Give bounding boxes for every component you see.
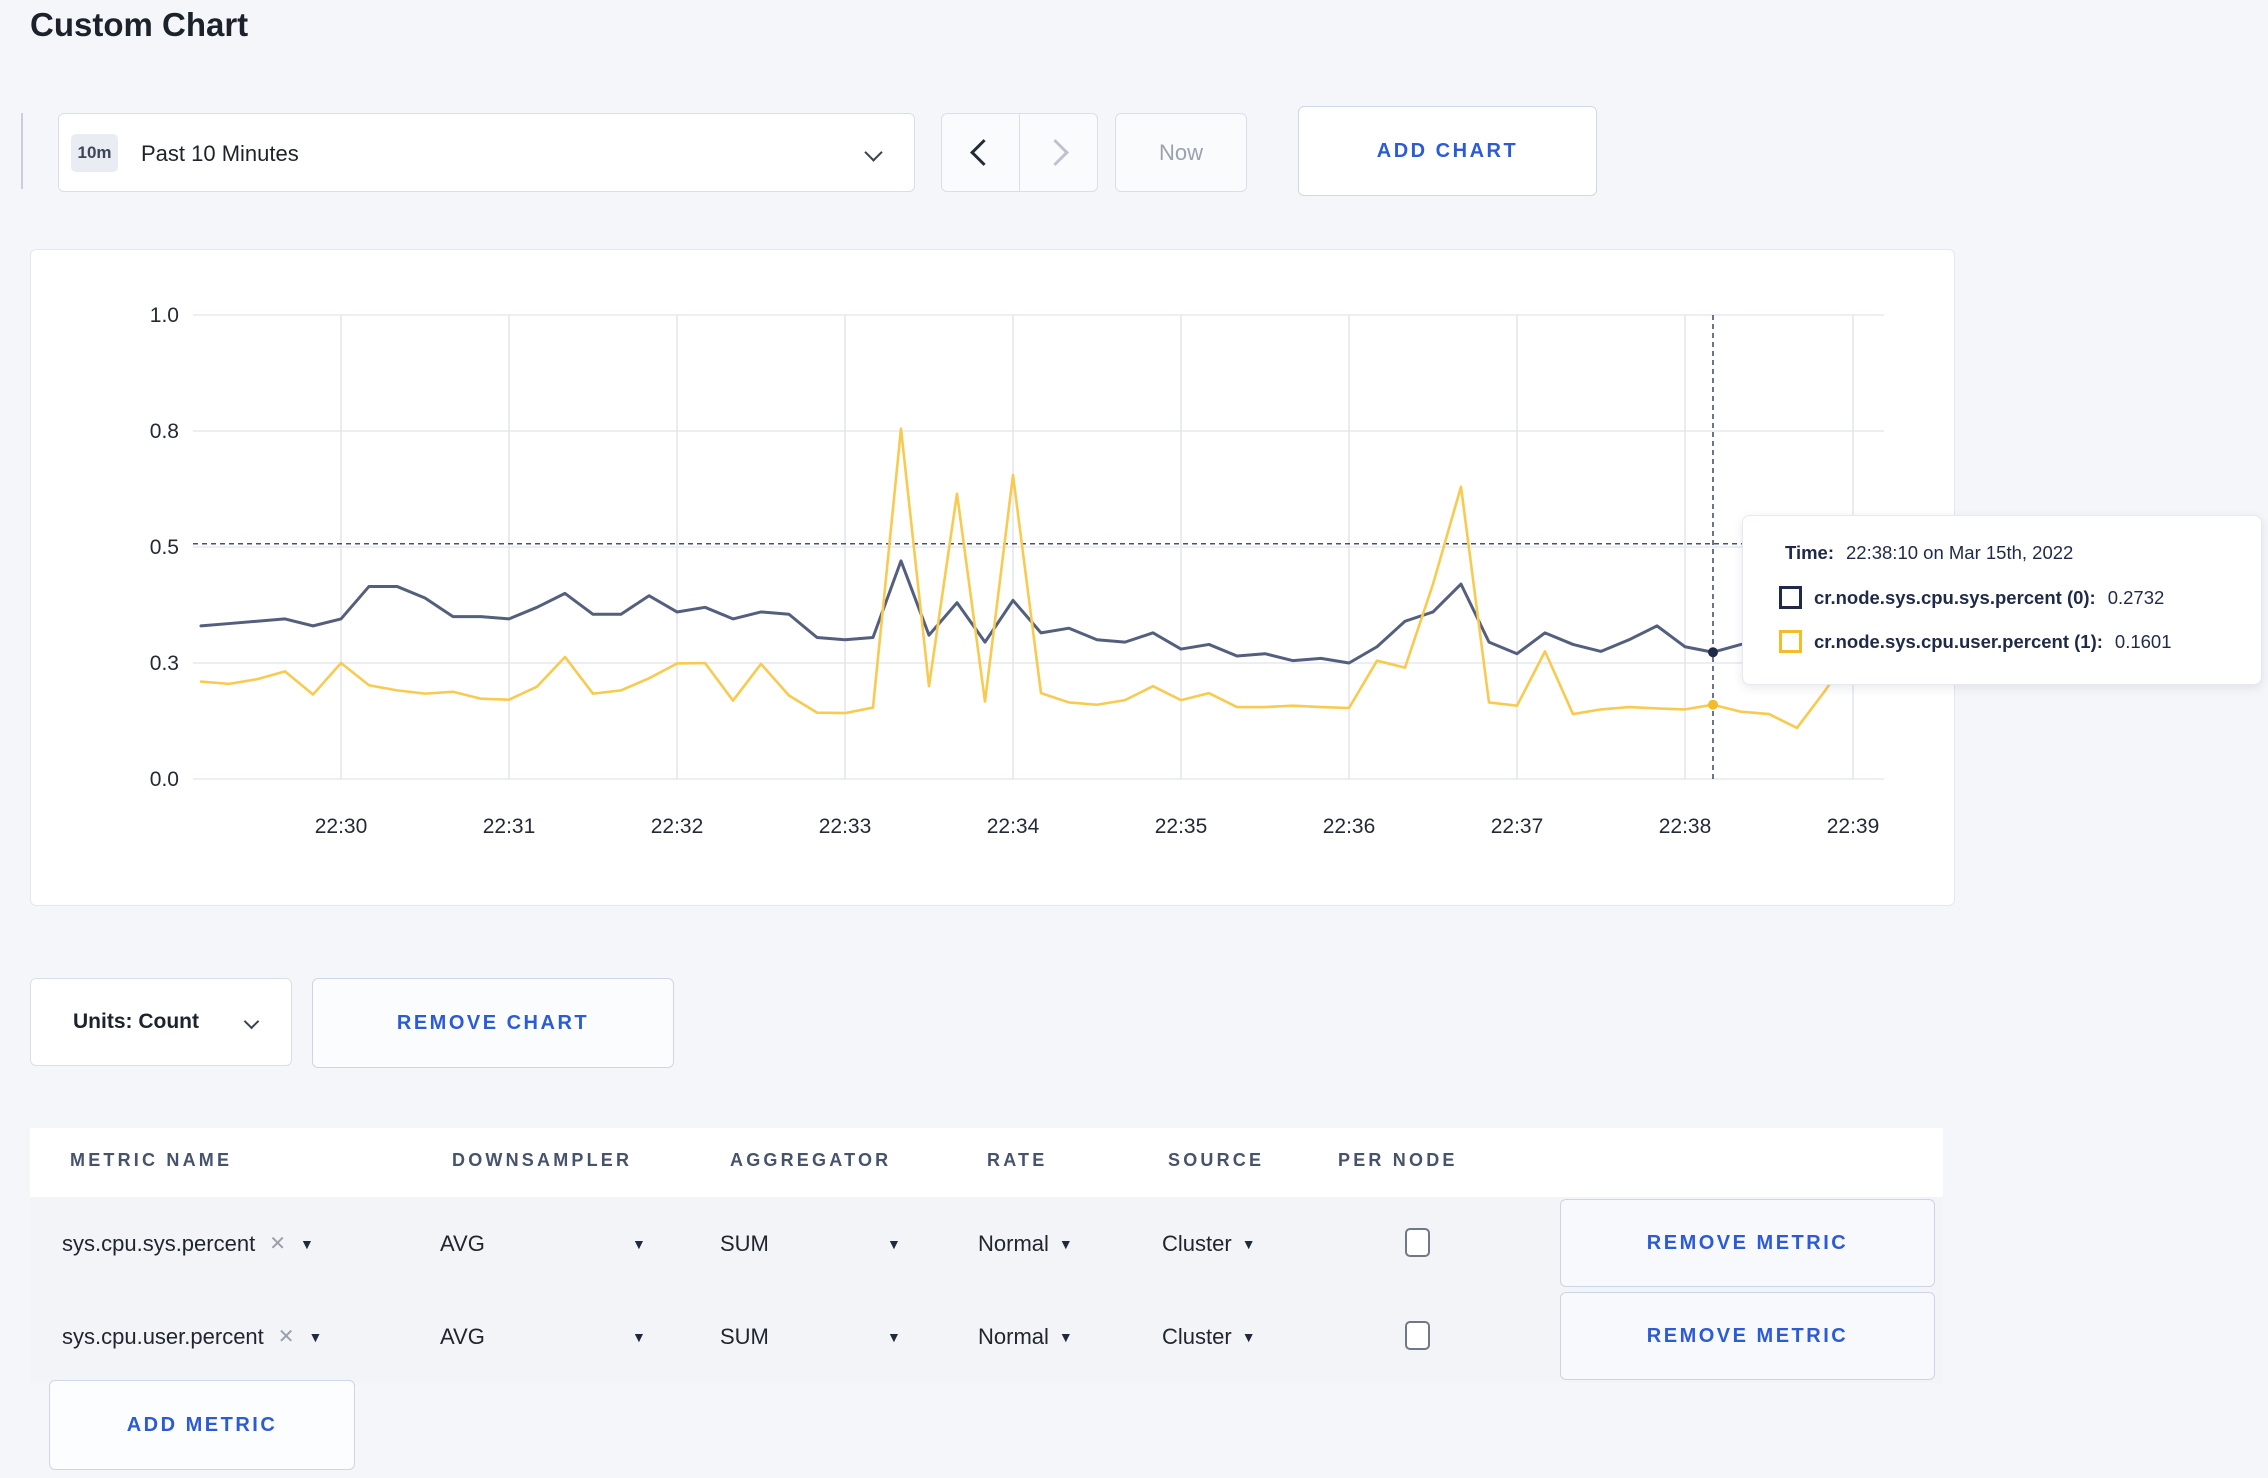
- tooltip-time-label: Time:: [1785, 542, 1835, 563]
- remove-chart-button[interactable]: REMOVE CHART: [312, 978, 674, 1068]
- clear-metric-icon[interactable]: ✕: [269, 1231, 286, 1256]
- caret-down-icon[interactable]: ▼: [887, 1197, 901, 1290]
- metric-name-value: sys.cpu.sys.percent: [62, 1230, 256, 1256]
- series-user-swatch-icon: [1779, 630, 1802, 653]
- column-header-metric-name: METRIC NAME: [70, 1150, 233, 1170]
- column-header-per-node: PER NODE: [1338, 1150, 1458, 1170]
- series-user-line: [199, 427, 1883, 730]
- chart-hover-tooltip: Time: 22:38:10 on Mar 15th, 2022 cr.node…: [1742, 515, 2262, 685]
- metric-row: sys.cpu.sys.percent ✕ ▼ AVG ▼ SUM ▼ Norm…: [30, 1197, 1943, 1290]
- y-axis-tick-label: 0.0: [150, 768, 179, 791]
- x-axis-tick-label: 22:38: [1659, 815, 1712, 838]
- tooltip-series-value: 0.2732: [2107, 586, 2165, 608]
- caret-down-icon: ▼: [1241, 1328, 1256, 1345]
- clear-metric-icon[interactable]: ✕: [278, 1324, 295, 1349]
- toolbar-divider: [21, 113, 23, 189]
- x-axis-tick-label: 22:32: [651, 815, 704, 838]
- chart-gridlines: [193, 314, 1884, 780]
- column-header-source: SOURCE: [1168, 1150, 1265, 1170]
- chart-axis-labels: 0.0 0.3 0.5 0.8 1.0 22:30 22:31 22:32 22:33 22:34…: [150, 304, 1879, 838]
- tooltip-series-row: cr.node.sys.cpu.user.percent (1): 0.1601: [1779, 630, 2172, 653]
- caret-down-icon[interactable]: ▼: [632, 1197, 646, 1290]
- source-value: Cluster: [1162, 1323, 1232, 1349]
- x-axis-tick-label: 22:36: [1323, 815, 1376, 838]
- timeseries-chart[interactable]: 0.0 0.3 0.5 0.8 1.0 22:30 22:31 22:32 22:33 22:34…: [31, 250, 1954, 905]
- metric-name-value: sys.cpu.user.percent: [62, 1323, 264, 1349]
- next-interval-button[interactable]: [1020, 114, 1097, 191]
- metric-name-select[interactable]: sys.cpu.user.percent ✕ ▼: [62, 1290, 322, 1383]
- source-select[interactable]: Cluster ▼: [1162, 1290, 1256, 1383]
- units-select[interactable]: Units: Count: [30, 978, 292, 1066]
- custom-chart-page: Custom Chart 10m Past 10 Minutes Now ADD…: [0, 0, 2268, 1478]
- time-range-select[interactable]: 10m Past 10 Minutes: [58, 113, 915, 192]
- metrics-table-body: sys.cpu.sys.percent ✕ ▼ AVG ▼ SUM ▼ Norm…: [30, 1197, 1943, 1383]
- x-axis-tick-label: 22:35: [1155, 815, 1208, 838]
- caret-down-icon: ▼: [1058, 1328, 1073, 1345]
- rate-select[interactable]: Normal ▼: [978, 1290, 1073, 1383]
- source-value: Cluster: [1162, 1230, 1232, 1256]
- metric-name-select[interactable]: sys.cpu.sys.percent ✕ ▼: [62, 1197, 314, 1290]
- chevron-down-icon: [243, 1013, 260, 1030]
- y-axis-tick-label: 0.8: [150, 420, 179, 443]
- per-node-checkbox[interactable]: [1405, 1228, 1430, 1257]
- remove-metric-button[interactable]: REMOVE METRIC: [1560, 1199, 1935, 1287]
- column-header-aggregator: AGGREGATOR: [730, 1150, 892, 1170]
- add-chart-button[interactable]: ADD CHART: [1298, 106, 1597, 196]
- tooltip-series-row: cr.node.sys.cpu.sys.percent (0): 0.2732: [1779, 586, 2164, 609]
- add-metric-button[interactable]: ADD METRIC: [49, 1380, 355, 1470]
- series-sys-swatch-icon: [1779, 586, 1802, 609]
- column-header-rate: RATE: [987, 1150, 1048, 1170]
- tooltip-series-label: cr.node.sys.cpu.sys.percent (0):: [1814, 586, 2096, 608]
- rate-value: Normal: [978, 1230, 1049, 1256]
- aggregator-select[interactable]: SUM: [720, 1290, 769, 1383]
- caret-down-icon: ▼: [1241, 1235, 1256, 1252]
- caret-down-icon: ▼: [308, 1328, 323, 1345]
- metric-row: sys.cpu.user.percent ✕ ▼ AVG ▼ SUM ▼ Nor…: [30, 1290, 1943, 1383]
- source-select[interactable]: Cluster ▼: [1162, 1197, 1256, 1290]
- caret-down-icon: ▼: [1058, 1235, 1073, 1252]
- tooltip-series-value: 0.1601: [2114, 630, 2172, 652]
- tooltip-time-value: 22:38:10 on Mar 15th, 2022: [1846, 542, 2074, 563]
- caret-down-icon[interactable]: ▼: [887, 1290, 901, 1383]
- units-label: Units: Count: [73, 1010, 199, 1033]
- y-axis-tick-label: 1.0: [150, 304, 179, 327]
- x-axis-tick-label: 22:34: [987, 815, 1040, 838]
- caret-down-icon: ▼: [299, 1235, 314, 1252]
- y-axis-tick-label: 0.3: [150, 652, 179, 675]
- time-pager: [941, 113, 1098, 192]
- x-axis-tick-label: 22:33: [819, 815, 872, 838]
- caret-down-icon[interactable]: ▼: [632, 1290, 646, 1383]
- remove-metric-button[interactable]: REMOVE METRIC: [1560, 1292, 1935, 1380]
- rate-select[interactable]: Normal ▼: [978, 1197, 1073, 1290]
- downsampler-select[interactable]: AVG: [440, 1290, 485, 1383]
- page-title: Custom Chart: [30, 6, 249, 43]
- downsampler-select[interactable]: AVG: [440, 1197, 485, 1290]
- time-range-badge: 10m: [71, 134, 118, 172]
- x-axis-tick-label: 22:39: [1827, 815, 1880, 838]
- x-axis-tick-label: 22:31: [483, 815, 536, 838]
- now-button[interactable]: Now: [1115, 113, 1247, 192]
- prev-interval-button[interactable]: [942, 114, 1020, 191]
- chevron-right-icon: [1042, 139, 1069, 166]
- tooltip-series-label: cr.node.sys.cpu.user.percent (1):: [1814, 630, 2103, 652]
- chevron-left-icon: [970, 139, 997, 166]
- per-node-checkbox[interactable]: [1405, 1321, 1430, 1350]
- time-range-label: Past 10 Minutes: [141, 140, 299, 166]
- column-header-downsampler: DOWNSAMPLER: [452, 1150, 633, 1170]
- chart-card: 0.0 0.3 0.5 0.8 1.0 22:30 22:31 22:32 22:33 22:34…: [30, 249, 1955, 906]
- chevron-down-icon: [864, 143, 883, 162]
- metrics-table-header: METRIC NAME DOWNSAMPLER AGGREGATOR RATE …: [30, 1128, 1943, 1197]
- rate-value: Normal: [978, 1323, 1049, 1349]
- x-axis-tick-label: 22:37: [1491, 815, 1544, 838]
- series-sys-line: [199, 559, 1883, 665]
- y-axis-tick-label: 0.5: [150, 536, 179, 559]
- tooltip-time-row: Time: 22:38:10 on Mar 15th, 2022: [1785, 542, 2073, 564]
- aggregator-select[interactable]: SUM: [720, 1197, 769, 1290]
- x-axis-tick-label: 22:30: [315, 815, 368, 838]
